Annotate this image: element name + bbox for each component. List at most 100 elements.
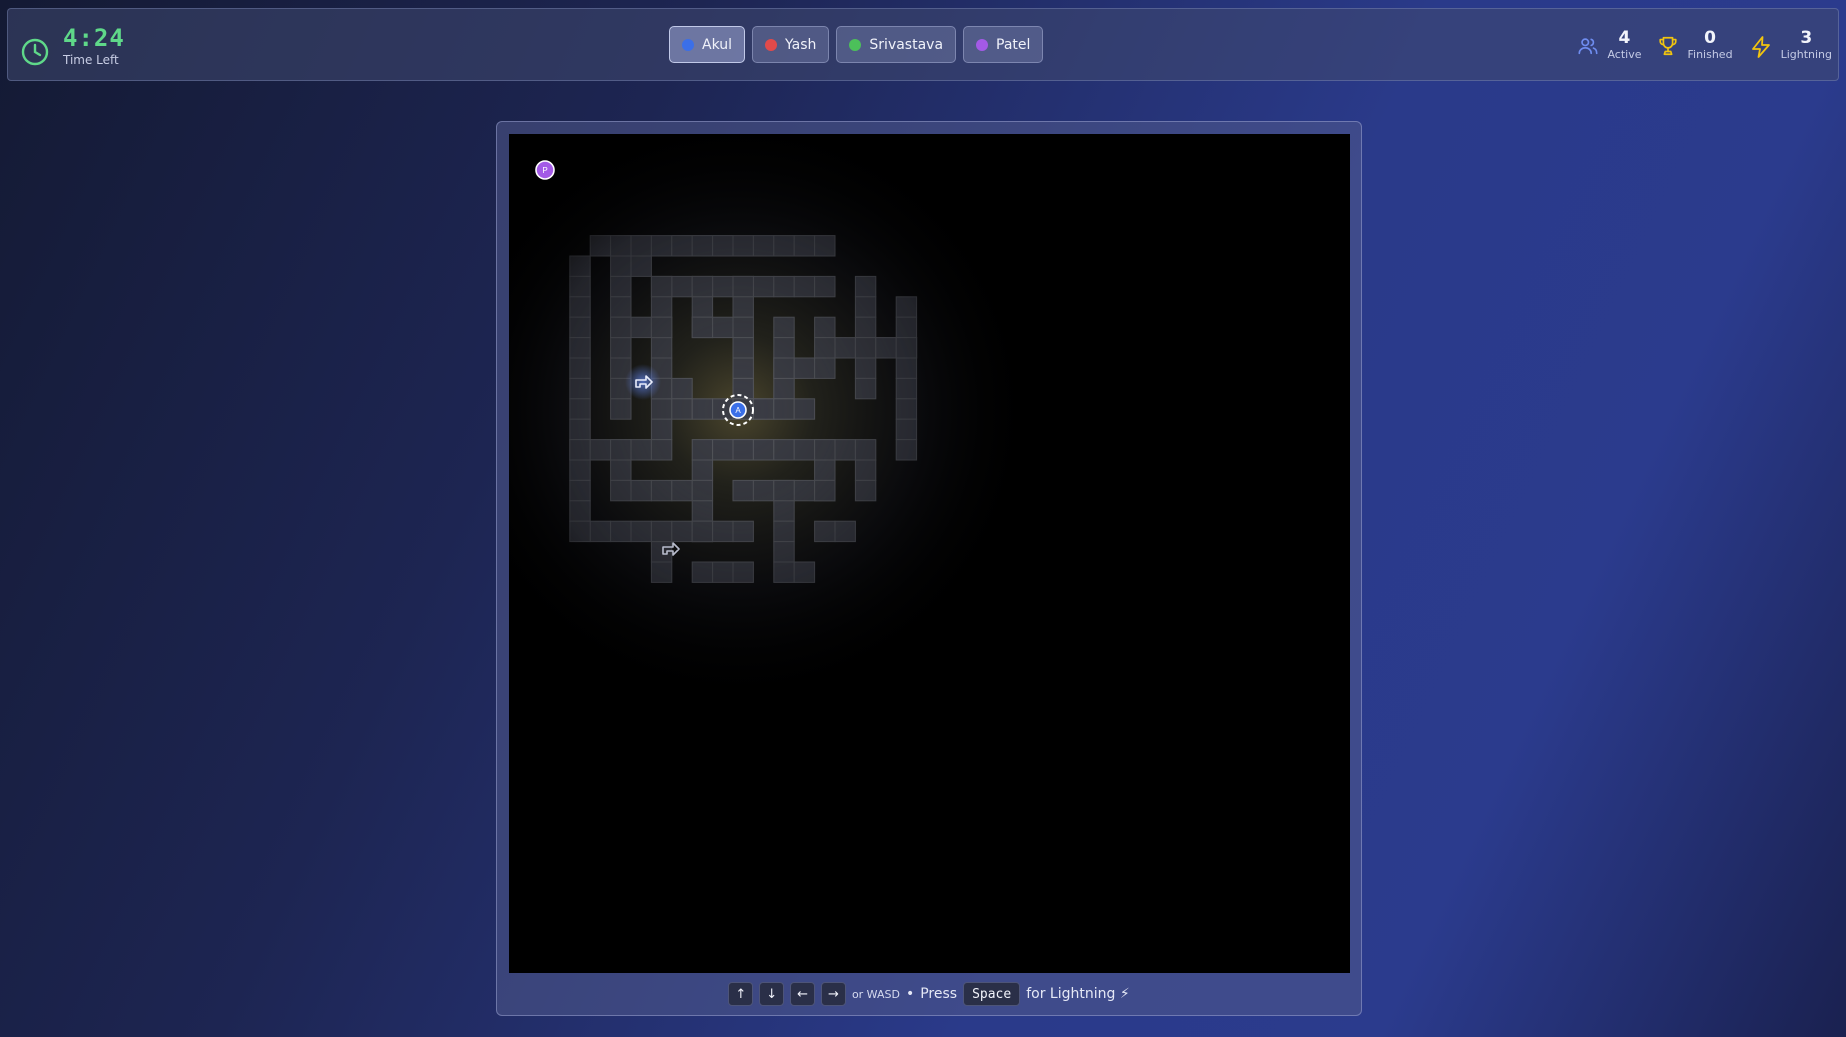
maze-wall-tile [691,296,714,318]
maze-wall-tile [834,520,856,543]
maze-wall-tile [712,316,734,339]
powerup-icon[interactable] [625,364,661,400]
maze-wall-tile [895,337,918,359]
maze-wall-tile [671,275,693,298]
maze-wall-tile [691,479,714,502]
maze-wall-tile [854,439,877,461]
maze-wall-tile [671,235,693,257]
player-chip-patel[interactable]: Patel [963,26,1044,63]
maze-wall-tile [569,479,591,502]
maze-wall-tile [895,357,918,379]
maze-wall-tile [773,357,795,379]
maze-wall-tile [650,439,673,461]
maze-wall-tile [610,275,632,298]
maze-wall-tile [610,459,632,481]
key-right[interactable]: → [821,982,846,1006]
maze-wall-tile [650,296,673,318]
timer-value: 4:24 [63,24,125,52]
maze-wall-tile [610,296,632,318]
maze-wall-tile [773,235,795,257]
player-name: Akul [702,36,733,53]
maze-wall-tile [854,377,877,400]
player-color-dot [976,38,989,51]
player-name: Yash [785,36,817,53]
game-board: A P ↑ ↓ ← → or WASD • Press Space for Li… [496,121,1362,1016]
maze-wall-tile [854,275,877,298]
stat-label: Finished [1687,48,1733,61]
maze-wall-tile [793,439,816,461]
maze-wall-tile [671,479,693,502]
stat-value: 0 [1704,28,1716,48]
maze-wall-tile [732,296,754,318]
key-left[interactable]: ← [790,982,816,1006]
maze-wall-tile [650,561,673,583]
maze-wall-tile [814,357,836,379]
maze-wall-tile [793,561,816,583]
maze-wall-tile [610,316,632,339]
maze-wall-tile [895,439,918,461]
maze-wall-tile [650,337,673,359]
maze-wall-tile [773,561,795,583]
stat-lightning: 3 Lightning [1749,28,1832,61]
maze-wall-tile [569,459,591,481]
space-key[interactable]: Space [963,982,1021,1006]
maze-wall-tile [854,316,877,339]
stat-label: Lightning [1780,48,1832,61]
maze-wall-tile [569,296,591,318]
maze-wall-tile [569,357,591,379]
maze-canvas[interactable]: A P [509,134,1350,973]
maze-wall-tile [793,275,816,298]
maze-wall-tile [630,520,652,543]
maze-wall-tile [814,235,836,257]
maze-wall-tile [814,316,836,339]
stats: 4 Active 0 Finished 3 Lightning [1577,28,1832,61]
maze-wall-tile [630,439,652,461]
maze-wall-tile [895,398,918,420]
maze-wall-tile [732,357,754,379]
maze-wall-tile [650,398,673,420]
maze-wall-tile [630,255,652,277]
player-name: Srivastava [869,36,944,53]
player-chip-akul[interactable]: Akul [669,26,746,63]
maze-wall-tile [650,479,673,502]
maze-wall-tile [875,337,897,359]
marker-letter: P [542,166,547,175]
maze-wall-tile [650,520,673,543]
maze-wall-tile [589,520,612,543]
maze-wall-tile [650,235,673,257]
separator: • [905,986,915,1002]
maze-wall-tile [854,479,877,502]
maze-wall-tile [834,439,856,461]
maze-wall-tile [752,275,775,298]
maze-wall-tile [691,316,714,339]
maze-wall-tile [691,459,714,481]
maze-wall-tile [630,316,652,339]
maze-wall-tile [732,337,754,359]
lightning-hint: for Lightning ⚡ [1026,986,1130,1002]
maze-wall-tile [712,561,734,583]
maze-wall-tile [712,235,734,257]
alt-keys-text: or WASD [851,987,900,1001]
maze-wall-tile [752,479,775,502]
player-chip-yash[interactable]: Yash [752,26,830,63]
maze-wall-tile [712,275,734,298]
maze-wall-tile [732,520,754,543]
maze-wall-tile [569,255,591,277]
maze-wall-tile [650,418,673,441]
maze-wall-tile [814,439,836,461]
maze-wall-tile [589,439,612,461]
maze-wall-tile [854,296,877,318]
player-tabs: Akul Yash Srivastava Patel [669,26,1044,63]
maze-wall-tile [610,235,632,257]
maze-wall-tile [712,520,734,543]
key-up[interactable]: ↑ [728,982,754,1006]
maze-wall-tile [671,520,693,543]
player-marker-patel: P [535,160,555,180]
maze-wall-tile [732,439,754,461]
player-chip-srivastava[interactable]: Srivastava [836,26,957,63]
maze-wall-tile [569,377,591,400]
maze-wall-tile [895,316,918,339]
maze-wall-tile [793,479,816,502]
maze-wall-tile [732,479,754,502]
key-down[interactable]: ↓ [759,982,785,1006]
